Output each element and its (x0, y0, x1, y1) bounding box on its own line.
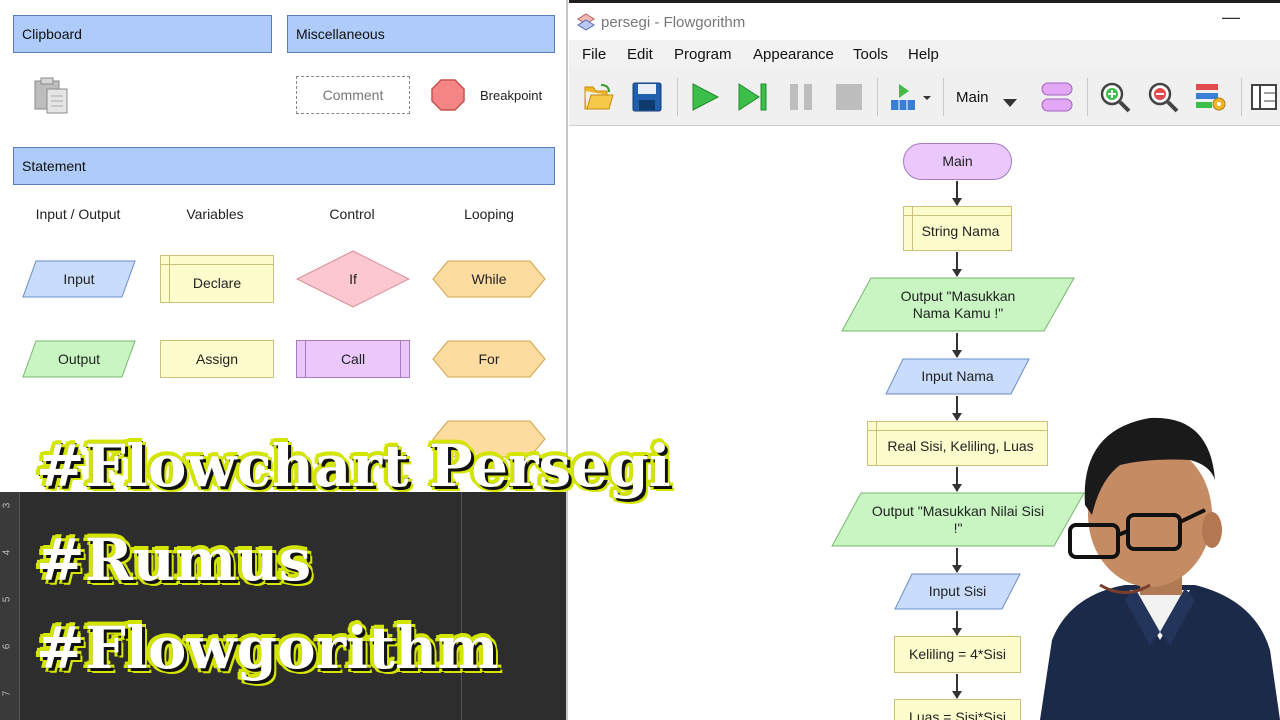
input-label: Input (63, 271, 95, 287)
flow-arrow (952, 548, 962, 573)
function-shape-icon[interactable] (1039, 80, 1075, 114)
flow-arrow (952, 333, 962, 358)
flow-arrow (952, 674, 962, 699)
declare-inner-line (912, 207, 913, 250)
statement-header: Statement (13, 147, 555, 185)
declare-nama-text: String Nama (921, 223, 1000, 239)
flow-arrow (952, 611, 962, 636)
assign-keliling-block[interactable]: Keliling = 4*Sisi (894, 636, 1021, 673)
open-folder-icon[interactable] (581, 80, 617, 114)
call-inner-line (400, 341, 401, 377)
output-shape[interactable]: Output (22, 340, 136, 378)
input-nama-block[interactable]: Input Nama (885, 358, 1030, 395)
run-options-icon[interactable] (887, 80, 933, 114)
for-shape[interactable]: For (432, 340, 546, 378)
input-sisi-block[interactable]: Input Sisi (894, 573, 1021, 610)
pause-icon[interactable] (783, 80, 819, 114)
step-icon[interactable] (735, 80, 771, 114)
declare-inner-line (868, 430, 1047, 431)
call-label: Call (340, 351, 366, 367)
zoom-in-icon[interactable] (1097, 80, 1133, 114)
declare-inner-line (904, 215, 1011, 216)
category-looping: Looping (464, 206, 514, 222)
call-inner-line (305, 341, 306, 377)
if-label: If (349, 271, 357, 287)
category-variables: Variables (186, 206, 244, 222)
save-icon[interactable] (629, 80, 665, 114)
output-sisi-text: Output "Masukkan Nilai Sisi !" (871, 502, 1045, 536)
output-nama-block[interactable]: Output "Masukkan Nama Kamu !" (841, 277, 1075, 332)
toolbar: Main (569, 68, 1280, 126)
toolbar-separator (943, 78, 944, 116)
panel-divider (461, 492, 462, 720)
category-control: Control (329, 206, 375, 222)
panel-icon[interactable] (1249, 80, 1279, 114)
input-nama-text: Input Nama (921, 368, 994, 384)
toolbar-separator (1241, 78, 1242, 116)
declare-label: Declare (192, 275, 242, 291)
paste-icon[interactable] (30, 75, 74, 115)
input-shape[interactable]: Input (22, 260, 136, 298)
vertical-ruler: 3 4 5 6 7 (0, 492, 20, 720)
presenter-photo (1030, 410, 1280, 720)
declare-sisi-text: Real Sisi, Keliling, Luas (887, 438, 1034, 454)
menu-appearance[interactable]: Appearance (753, 46, 834, 63)
flow-arrow (952, 467, 962, 492)
overlay-title-line1: #Flowchart Persegi (35, 431, 672, 501)
minimize-button[interactable]: — (1222, 7, 1240, 28)
ruler-number: 5 (1, 596, 13, 603)
breakpoint-icon[interactable] (431, 79, 465, 111)
toolbar-separator (877, 78, 878, 116)
ruler-number: 3 (1, 502, 13, 509)
while-label: While (471, 271, 507, 287)
title-bar: persegi - Flowgorithm — (569, 3, 1280, 40)
output-nama-text: Output "Masukkan Nama Kamu !" (900, 287, 1016, 321)
layout-settings-icon[interactable] (1193, 80, 1229, 114)
category-input-output: Input / Output (35, 206, 121, 222)
assign-shape[interactable]: Assign (160, 340, 274, 378)
overlay-title-line3: #Flowgorithm (35, 613, 500, 683)
for-label: For (478, 351, 500, 367)
miscellaneous-header: Miscellaneous (287, 15, 555, 53)
function-selector[interactable]: Main (956, 89, 989, 106)
toolbar-separator (677, 78, 678, 116)
clipboard-header: Clipboard (13, 15, 272, 53)
ruler-number: 7 (1, 690, 13, 697)
window-title: persegi - Flowgorithm (601, 14, 746, 31)
flow-arrow (952, 181, 962, 206)
output-label: Output (57, 351, 101, 367)
declare-inner-line (161, 264, 273, 265)
while-shape[interactable]: While (432, 260, 546, 298)
run-icon[interactable] (687, 80, 723, 114)
comment-shape[interactable]: Comment (296, 76, 410, 114)
menu-tools[interactable]: Tools (853, 46, 888, 63)
declare-inner-line (169, 256, 170, 302)
menu-edit[interactable]: Edit (627, 46, 653, 63)
declare-inner-line (876, 422, 877, 465)
ruler-number: 6 (1, 643, 13, 650)
main-terminal[interactable]: Main (903, 143, 1012, 180)
declare-nama-block[interactable]: String Nama (903, 206, 1012, 251)
menu-bar: File Edit Program Appearance Tools Help (569, 40, 1280, 68)
overlay-title-line2: #Rumus (35, 525, 312, 595)
ruler-number: 4 (1, 549, 13, 556)
menu-file[interactable]: File (582, 46, 606, 63)
if-shape[interactable]: If (296, 250, 410, 308)
menu-program[interactable]: Program (674, 46, 732, 63)
declare-shape[interactable]: Declare (160, 255, 274, 303)
breakpoint-label: Breakpoint (480, 88, 543, 103)
input-sisi-text: Input Sisi (928, 583, 987, 599)
declare-sisi-block[interactable]: Real Sisi, Keliling, Luas (867, 421, 1048, 466)
zoom-out-icon[interactable] (1145, 80, 1181, 114)
chevron-down-icon[interactable] (1003, 94, 1017, 112)
menu-help[interactable]: Help (908, 46, 939, 63)
stop-icon[interactable] (831, 80, 867, 114)
toolbar-separator (1087, 78, 1088, 116)
flow-arrow (952, 252, 962, 277)
assign-luas-block[interactable]: Luas = Sisi*Sisi (894, 699, 1021, 720)
screen: Clipboard Miscellaneous Comment Breakpoi… (0, 0, 1280, 720)
call-shape[interactable]: Call (296, 340, 410, 378)
flow-arrow (952, 396, 962, 421)
flowgorithm-app-icon (577, 13, 595, 36)
